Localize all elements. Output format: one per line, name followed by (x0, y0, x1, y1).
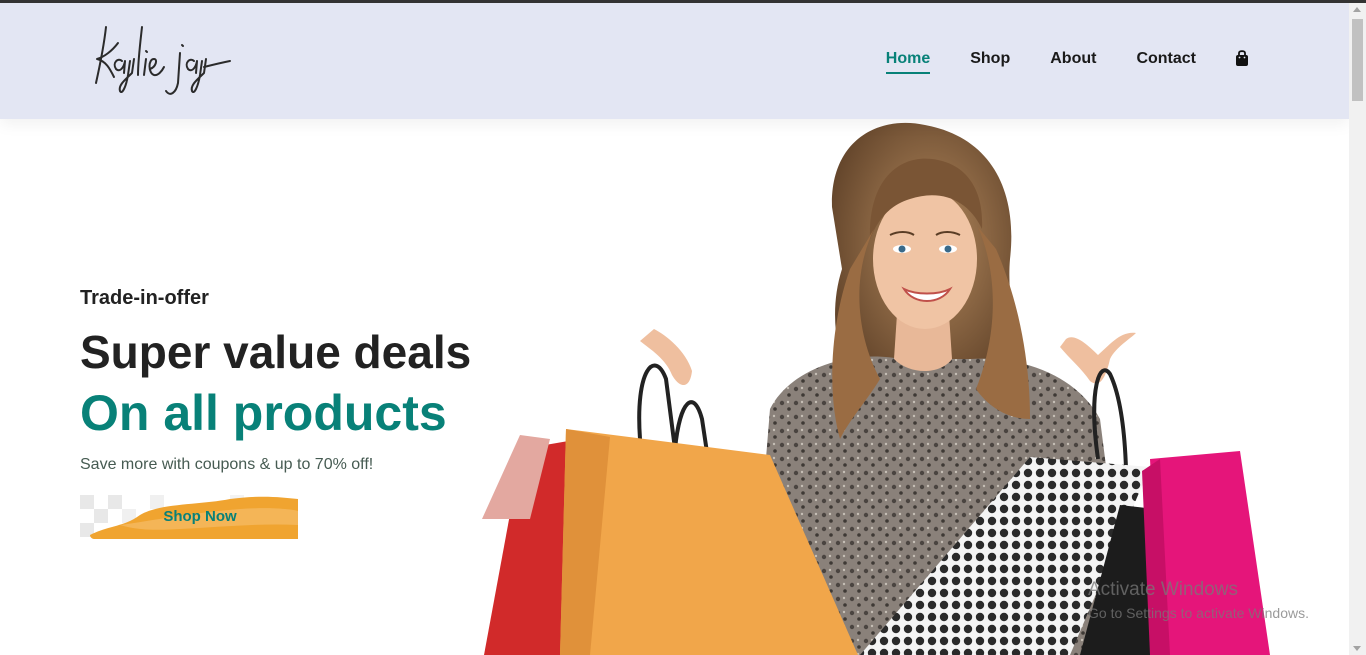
nav-shop[interactable]: Shop (970, 50, 1010, 68)
shop-now-label: Shop Now (163, 508, 237, 525)
nav-about[interactable]: About (1050, 50, 1096, 68)
hero-highlight: On all products (80, 385, 447, 441)
hero-description: Save more with coupons & up to 70% off! (80, 456, 374, 473)
hero-image (482, 122, 1270, 655)
watermark-title: Activate Windows (1088, 579, 1238, 600)
site-header: Home Shop About Contact (0, 3, 1349, 119)
main-nav: Home Shop About Contact (846, 49, 1250, 74)
nav-contact[interactable]: Contact (1136, 50, 1196, 68)
scrollbar-thumb[interactable] (1352, 19, 1363, 101)
logo-script (95, 26, 231, 95)
windows-activation-watermark: Activate Windows Go to Settings to activ… (1088, 579, 1309, 621)
page: Home Shop About Contact Trade-in-offer S… (0, 3, 1349, 655)
scroll-up-arrow-icon[interactable] (1353, 7, 1361, 12)
vertical-scrollbar[interactable] (1349, 3, 1366, 655)
shop-now-button[interactable]: Shop Now (80, 495, 298, 539)
brand-logo[interactable] (84, 21, 234, 101)
watermark-subtitle: Go to Settings to activate Windows. (1088, 605, 1309, 621)
hero-section: Trade-in-offer Super value deals On all … (0, 119, 1349, 655)
scroll-down-arrow-icon[interactable] (1353, 646, 1361, 651)
shopping-bag-icon[interactable] (1234, 49, 1250, 69)
hero-headline: Super value deals (80, 326, 472, 378)
nav-home[interactable]: Home (885, 50, 931, 74)
hero-kicker: Trade-in-offer (80, 287, 209, 309)
